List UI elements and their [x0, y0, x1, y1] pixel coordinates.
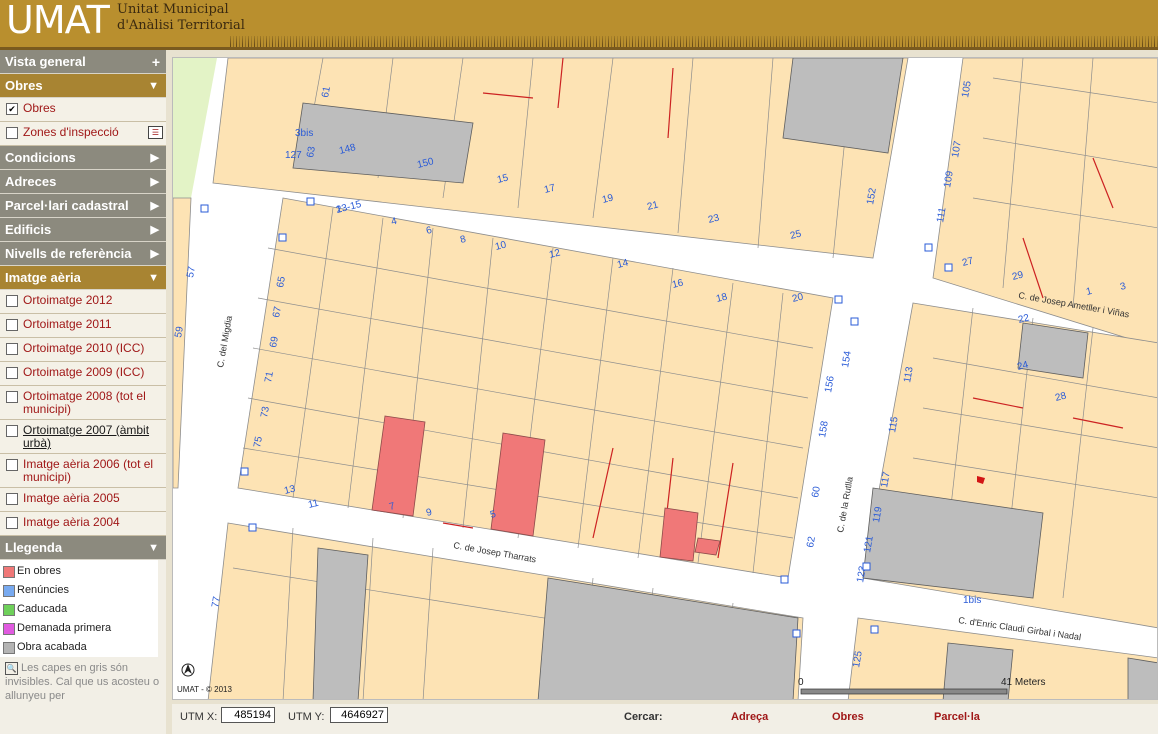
section-nivells[interactable]: Nivells de referència ▶ [0, 242, 166, 266]
checkbox[interactable] [6, 343, 18, 355]
layer-sidebar: Vista general + Obres ▼ ✔ Obres Zones d'… [0, 50, 166, 734]
marker [240, 467, 249, 476]
search-obres-link[interactable]: Obres [832, 711, 864, 723]
checkbox[interactable] [6, 493, 18, 505]
legend-swatch [3, 566, 15, 578]
legend-swatch [3, 623, 15, 635]
layer-orto-2010[interactable]: Ortoimatge 2010 (ICC) [0, 338, 166, 362]
section-adreces[interactable]: Adreces ▶ [0, 170, 166, 194]
layer-obres[interactable]: ✔ Obres [0, 98, 166, 122]
legend-box: En obres Renúncies Caducada Demanada primer… [0, 560, 158, 657]
search-address-link[interactable]: Adreça [731, 711, 768, 723]
search-label: Cercar: [624, 711, 663, 723]
legend-swatch [3, 585, 15, 597]
building-grey-6 [312, 547, 369, 699]
section-obres[interactable]: Obres ▼ [0, 74, 166, 98]
chevron-right-icon: ▶ [150, 224, 159, 236]
checkbox[interactable] [6, 425, 18, 437]
bottom-toolbar: UTM X: UTM Y: Cercar: Adreça Obres Parce… [172, 704, 1158, 734]
checkbox[interactable] [6, 367, 18, 379]
building-obres-3 [659, 507, 699, 562]
map-svg[interactable]: C. de Josep Tharrats C. del Migdia C. de… [173, 58, 1158, 700]
map-copyright: UMAT - © 2013 [177, 685, 233, 694]
app-header: UMAT Unitat Municipal d'Anàlisi Territor… [0, 0, 1158, 50]
legend-item: Caducada [0, 600, 158, 619]
legend-swatch [3, 604, 15, 616]
marker [200, 204, 209, 213]
marker [248, 523, 257, 532]
section-parcellari[interactable]: Parcel·lari cadastral ▶ [0, 194, 166, 218]
utm-y-label: UTM Y: [288, 711, 325, 723]
layer-aeria-2006[interactable]: Imatge aèria 2006 (tot el municipi) [0, 454, 166, 488]
checkbox-checked[interactable]: ✔ [6, 103, 18, 115]
map-canvas[interactable]: C. de Josep Tharrats C. del Migdia C. de… [172, 57, 1158, 700]
scale-bar-bar [800, 688, 1008, 695]
checkbox[interactable] [6, 459, 18, 471]
marker [834, 295, 843, 304]
checkbox[interactable] [6, 295, 18, 307]
marker [850, 317, 859, 326]
chevron-down-icon: ▼ [148, 80, 159, 92]
scale-start: 0 [798, 677, 804, 688]
magnifier-icon: 🔍 [5, 661, 18, 675]
house-number: 1bis [963, 595, 981, 606]
utm-x-label: UTM X: [180, 711, 218, 723]
marker [780, 575, 789, 584]
house-number: 127 [285, 150, 302, 161]
chevron-right-icon: ▶ [150, 152, 159, 164]
layer-zones-inspeccio[interactable]: Zones d'inspecció ☰ [0, 122, 166, 146]
plus-icon: + [151, 54, 160, 70]
marker [924, 243, 933, 252]
utm-x-input[interactable] [221, 707, 275, 723]
house-number: 3bis [295, 128, 313, 139]
layer-orto-2011[interactable]: Ortoimatge 2011 [0, 314, 166, 338]
legend-list-icon[interactable]: ☰ [148, 126, 163, 139]
marker [278, 233, 287, 242]
section-imatge-aeria[interactable]: Imatge aèria ▼ [0, 266, 166, 290]
search-parcela-link[interactable]: Parcel·la [934, 711, 980, 723]
header-subtitle: Unitat Municipal d'Anàlisi Territorial [117, 2, 245, 33]
section-llegenda[interactable]: Llegenda ▼ [0, 536, 166, 560]
layer-orto-2012[interactable]: Ortoimatge 2012 [0, 290, 166, 314]
building-obres-4 [694, 537, 721, 556]
header-rule [0, 47, 1158, 50]
marker [306, 197, 315, 206]
section-condicions[interactable]: Condicions ▶ [0, 146, 166, 170]
chevron-right-icon: ▶ [150, 248, 159, 260]
layer-orto-2007[interactable]: Ortoimatge 2007 (àmbit urbà) [0, 420, 166, 454]
chevron-right-icon: ▶ [150, 200, 159, 212]
umat-logo: UMAT [6, 0, 110, 42]
layer-aeria-2005[interactable]: Imatge aèria 2005 [0, 488, 166, 512]
scale-end: 41 Meters [1001, 677, 1045, 688]
chevron-down-icon: ▼ [148, 272, 159, 284]
legend-item: Demanada primera ocupació [0, 619, 158, 653]
legend-note: 🔍 Les capes en gris són invisibles. Cal q… [0, 657, 166, 703]
checkbox[interactable] [6, 127, 18, 139]
legend-item: En obres [0, 562, 158, 581]
checkbox[interactable] [6, 517, 18, 529]
section-edificis[interactable]: Edificis ▶ [0, 218, 166, 242]
marker [870, 625, 879, 634]
section-vista-general[interactable]: Vista general + [0, 50, 166, 74]
marker [792, 629, 801, 638]
checkbox[interactable] [6, 391, 18, 403]
layer-aeria-2004[interactable]: Imatge aèria 2004 [0, 512, 166, 536]
legend-item: Renúncies [0, 581, 158, 600]
utm-y-input[interactable] [330, 707, 388, 723]
legend-item: Obra acabada [0, 638, 158, 657]
building-grey-8 [1127, 657, 1157, 699]
building-grey-2 [782, 58, 904, 154]
checkbox[interactable] [6, 319, 18, 331]
marker [862, 562, 871, 571]
legend-swatch [3, 642, 15, 654]
marker [944, 263, 953, 272]
layer-orto-2008[interactable]: Ortoimatge 2008 (tot el municipi) [0, 386, 166, 420]
chevron-right-icon: ▶ [150, 176, 159, 188]
layer-orto-2009[interactable]: Ortoimatge 2009 (ICC) [0, 362, 166, 386]
chevron-down-icon: ▼ [148, 542, 159, 554]
